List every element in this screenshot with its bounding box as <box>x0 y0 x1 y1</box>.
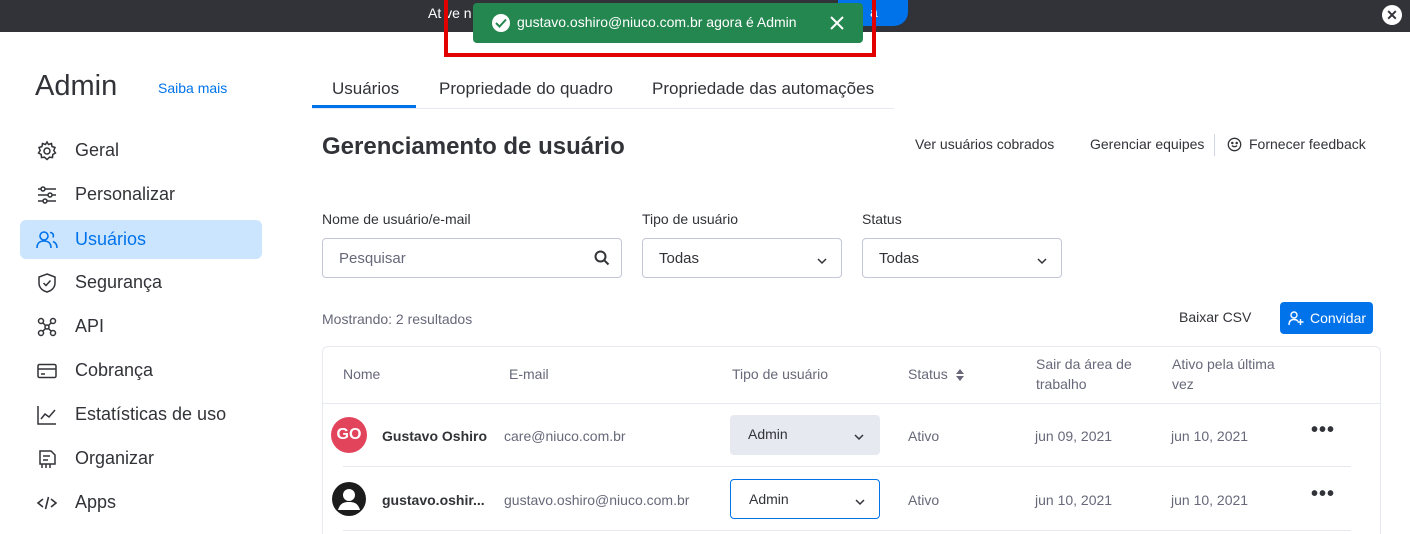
billed-users-link[interactable]: Ver usuários cobrados <box>915 136 1054 152</box>
sidebar-item-seguranca[interactable]: Segurança <box>20 263 262 302</box>
chevron-down-icon <box>854 494 866 512</box>
sidebar-item-label: Estatísticas de uso <box>75 404 227 424</box>
user-type-value: Admin <box>749 491 789 507</box>
tab-usuarios[interactable]: Usuários <box>332 79 399 99</box>
header-divider <box>323 403 1380 404</box>
feedback-link[interactable]: Fornecer feedback <box>1249 136 1366 152</box>
column-header-active-line1: Ativo pela última <box>1172 356 1275 372</box>
tab-bar: Usuários Propriedade do quadro Proprieda… <box>312 71 894 109</box>
status-filter-value: Todas <box>879 250 920 267</box>
sidebar-item-label: Usuários <box>75 229 147 249</box>
left-date: jun 09, 2021 <box>1035 428 1113 444</box>
learn-more-link[interactable]: Saiba mais <box>158 80 227 96</box>
download-csv-button[interactable]: Baixar CSV <box>1179 309 1251 325</box>
admin-title: Admin <box>35 70 118 102</box>
chevron-down-icon <box>1036 253 1048 271</box>
sort-icon[interactable] <box>955 368 965 387</box>
column-header-type: Tipo de usuário <box>732 366 828 382</box>
divider <box>1214 134 1215 156</box>
user-type-dropdown[interactable]: Admin <box>730 479 880 519</box>
results-count: Mostrando: 2 resultados <box>322 311 473 327</box>
user-email: gustavo.oshiro@niuco.com.br <box>504 492 690 508</box>
invite-label: Convidar <box>1310 310 1367 326</box>
gear-icon <box>36 140 58 162</box>
sliders-icon <box>36 184 58 206</box>
users-table: Nome E-mail Tipo de usuário Status Sair … <box>322 346 1381 534</box>
sidebar-item-label: Geral <box>75 140 120 160</box>
user-status: Ativo <box>908 428 940 444</box>
tab-propriedade-automacoes[interactable]: Propriedade das automações <box>652 79 874 99</box>
sidebar-item-usuarios[interactable]: Usuários <box>20 220 262 259</box>
chevron-down-icon <box>853 429 865 447</box>
sidebar-item-organizar[interactable]: Organizar <box>20 439 262 478</box>
status-filter-dropdown[interactable]: Todas <box>862 238 1062 278</box>
search-placeholder: Pesquisar <box>339 250 406 267</box>
row-divider <box>343 466 1351 467</box>
column-header-active-line2: vez <box>1172 376 1194 392</box>
active-tab-indicator <box>312 105 416 108</box>
more-options-icon[interactable]: ••• <box>1311 483 1335 506</box>
column-header-email: E-mail <box>509 366 549 382</box>
status-filter-label: Status <box>862 211 902 227</box>
user-type-value: Admin <box>748 426 788 442</box>
avatar: GO <box>331 417 367 453</box>
active-date: jun 10, 2021 <box>1171 492 1249 508</box>
avatar <box>331 481 367 517</box>
sidebar-item-cobranca[interactable]: Cobrança <box>20 351 262 390</box>
code-icon <box>36 492 58 514</box>
sidebar-item-geral[interactable]: Geral <box>20 131 262 170</box>
api-icon <box>36 316 58 338</box>
close-icon[interactable] <box>828 14 846 32</box>
search-input[interactable]: Pesquisar <box>322 238 622 278</box>
shield-icon <box>36 272 58 294</box>
add-user-icon <box>1288 310 1304 329</box>
sidebar-item-apps[interactable]: Apps <box>20 483 262 522</box>
sidebar-item-label: Cobrança <box>75 360 154 380</box>
users-icon <box>36 229 58 251</box>
user-type-dropdown[interactable]: Admin <box>730 415 880 455</box>
column-header-left-line2: trabalho <box>1036 376 1087 392</box>
user-status: Ativo <box>908 492 940 508</box>
sidebar-item-label: Apps <box>75 492 117 512</box>
chevron-down-icon <box>816 253 828 271</box>
type-filter-dropdown[interactable]: Todas <box>642 238 842 278</box>
more-options-icon[interactable]: ••• <box>1311 419 1335 442</box>
organize-icon <box>36 448 58 470</box>
tab-propriedade-quadro[interactable]: Propriedade do quadro <box>439 79 613 99</box>
toast-message: gustavo.oshiro@niuco.com.br agora é Admi… <box>517 14 797 30</box>
user-name[interactable]: Gustavo Oshiro <box>382 428 487 444</box>
name-filter-label: Nome de usuário/e-mail <box>322 211 471 227</box>
column-header-status[interactable]: Status <box>908 364 948 385</box>
active-date: jun 10, 2021 <box>1171 428 1249 444</box>
sidebar-item-label: API <box>75 316 105 336</box>
success-toast: gustavo.oshiro@niuco.com.br agora é Admi… <box>473 3 863 43</box>
sidebar-item-personalizar[interactable]: Personalizar <box>20 175 262 214</box>
page-title: Gerenciamento de usuário <box>322 133 625 160</box>
sidebar-item-label: Personalizar <box>75 184 176 204</box>
row-divider <box>343 530 1351 531</box>
credit-card-icon <box>36 360 58 382</box>
search-icon <box>594 250 610 271</box>
sidebar-item-api[interactable]: API <box>20 307 262 346</box>
check-circle-icon <box>492 14 510 32</box>
column-header-left-line1: Sair da área de <box>1036 356 1132 372</box>
chart-icon <box>36 404 58 426</box>
left-date: jun 10, 2021 <box>1035 492 1113 508</box>
close-icon[interactable]: ✕ <box>1382 5 1402 25</box>
sidebar-item-label: Segurança <box>75 272 163 292</box>
sidebar-item-estatisticas[interactable]: Estatísticas de uso <box>20 395 262 434</box>
type-filter-label: Tipo de usuário <box>642 211 738 227</box>
type-filter-value: Todas <box>659 250 700 267</box>
user-name[interactable]: gustavo.oshir... <box>382 492 485 508</box>
sidebar-item-label: Organizar <box>75 448 155 468</box>
feedback-icon <box>1227 137 1242 157</box>
manage-teams-link[interactable]: Gerenciar equipes <box>1090 136 1204 152</box>
user-email: care@niuco.com.br <box>504 428 626 444</box>
column-header-name: Nome <box>343 366 381 382</box>
invite-button[interactable]: Convidar <box>1280 302 1373 334</box>
